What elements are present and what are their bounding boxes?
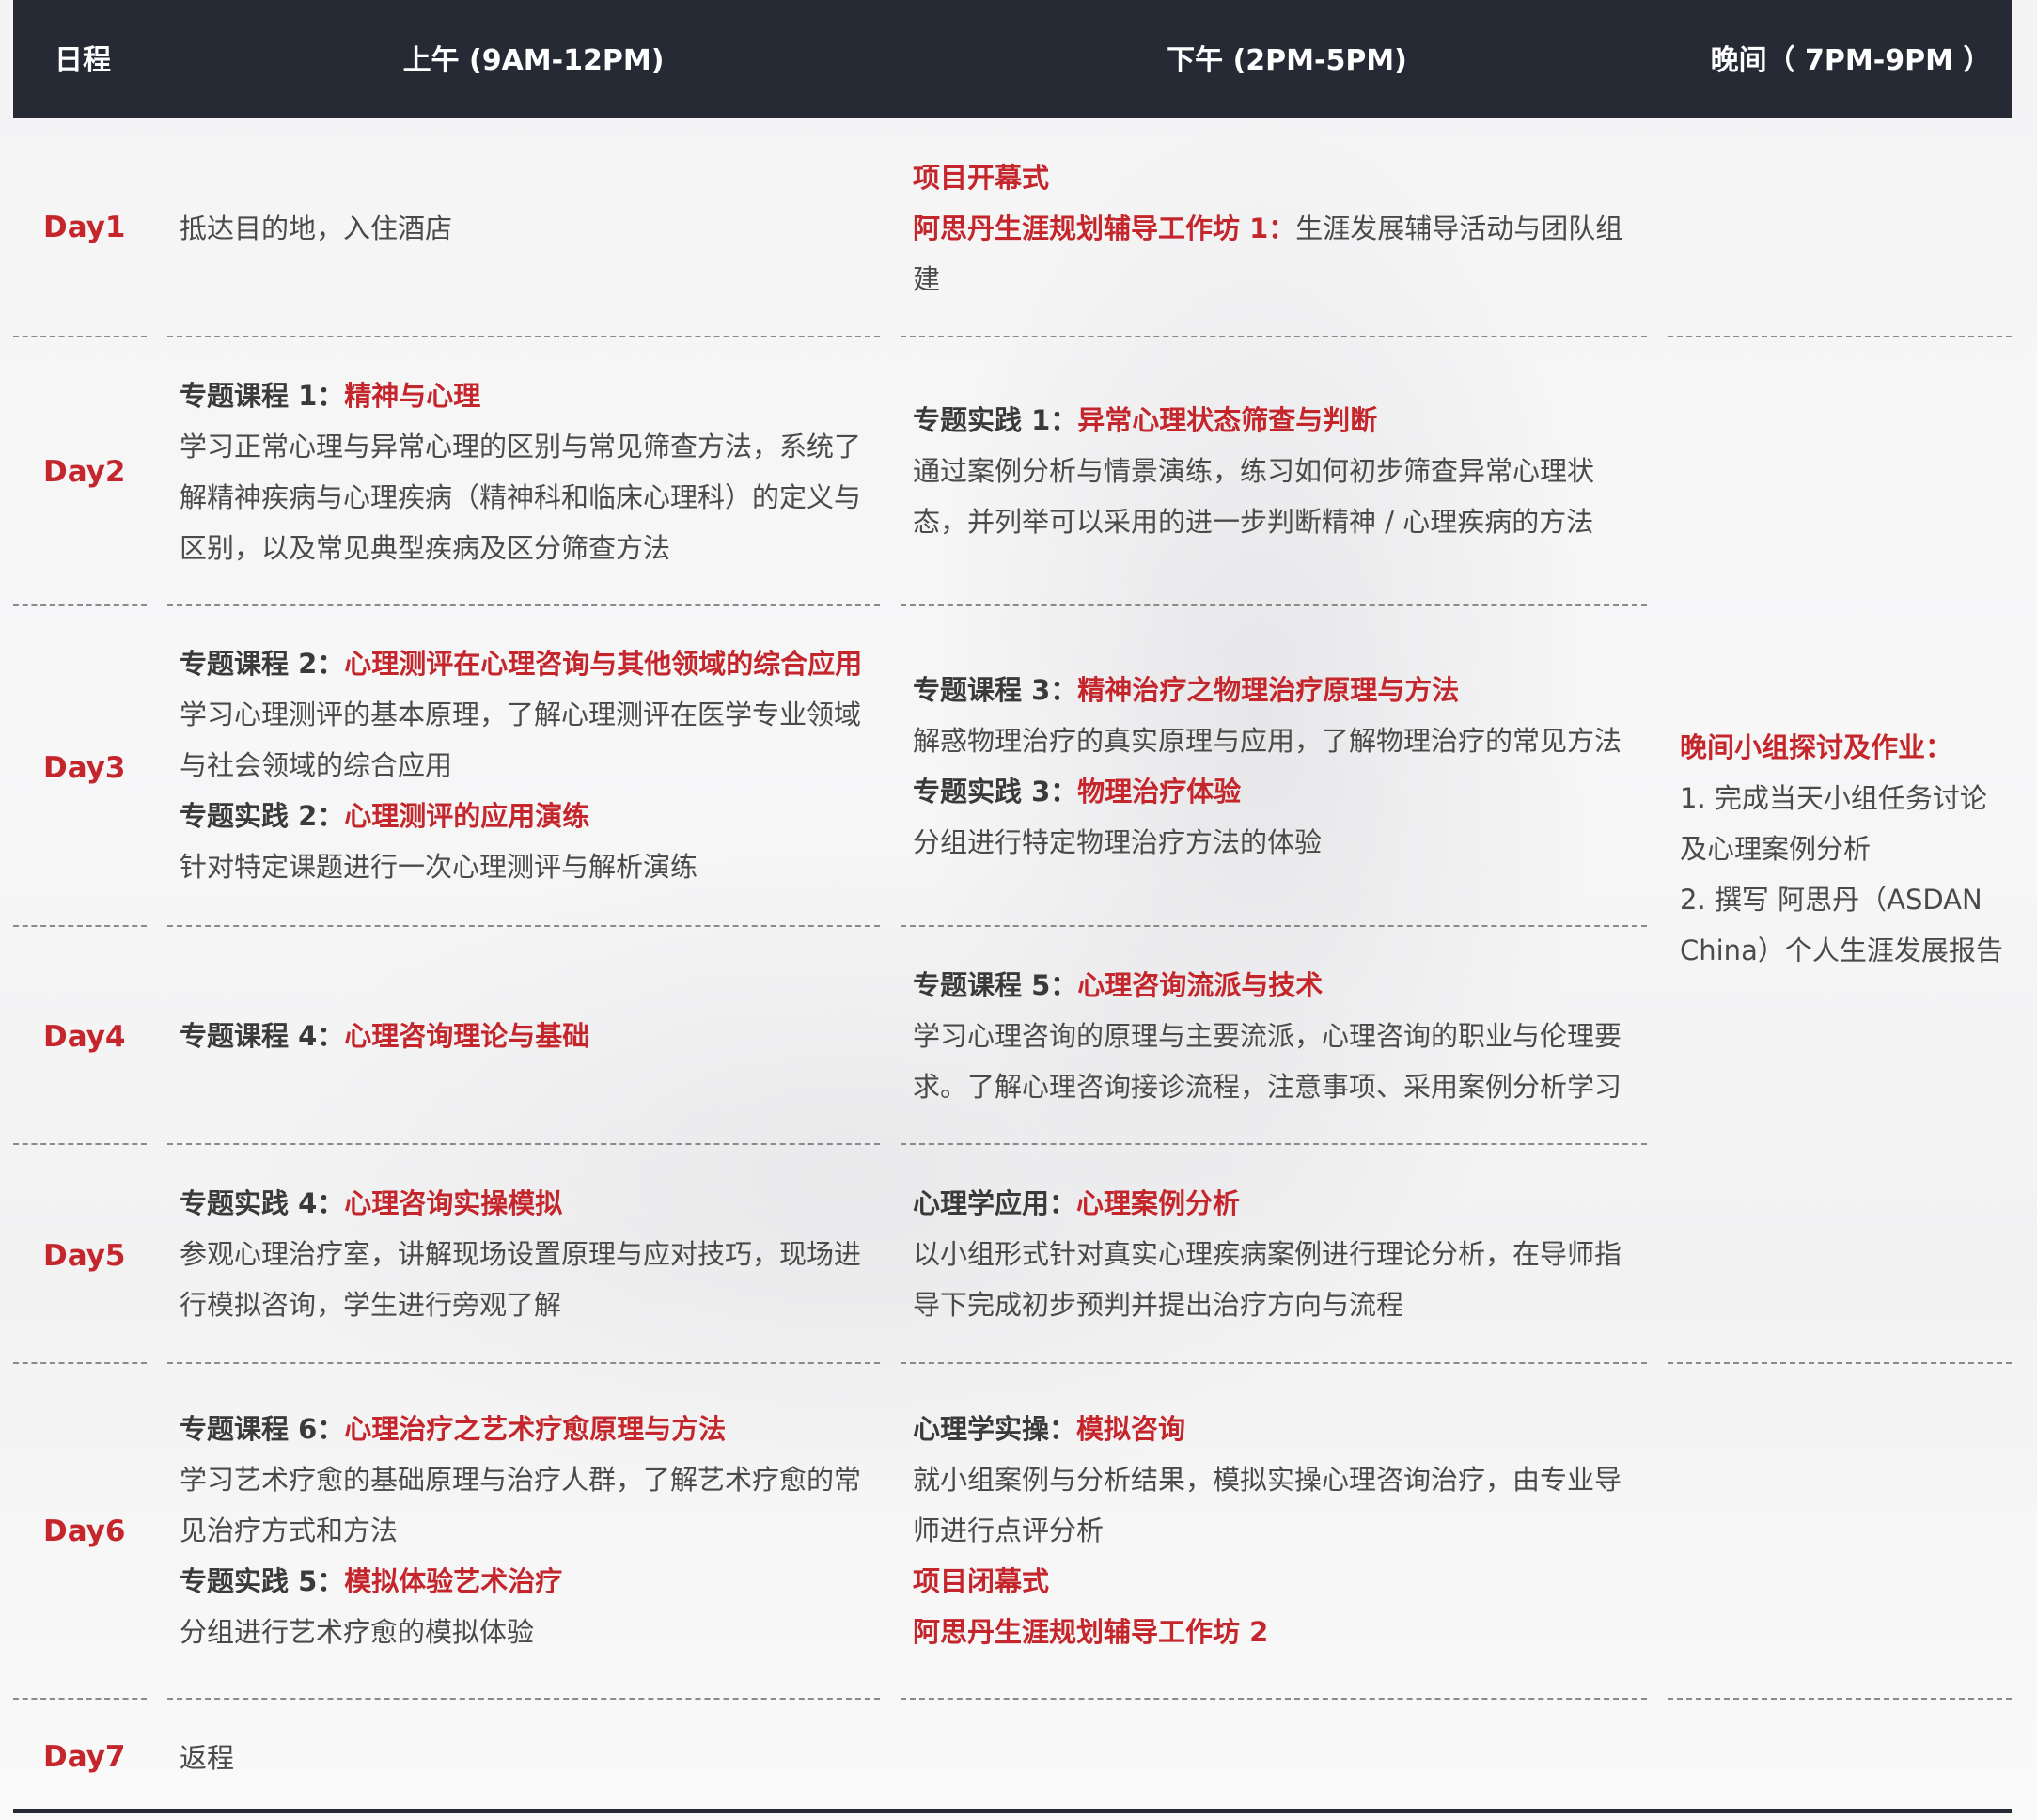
course-description: 学习心理测评的基本原理，了解心理测评在医学专业领域与社会领域的综合应用 [180,698,862,781]
day6-morning: 专题课程 6：心理治疗之艺术疗愈原理与方法 学习艺术疗愈的基础原理与治疗人群，了… [180,1404,875,1657]
day6-afternoon: 心理学实操：模拟咨询 就小组案例与分析结果，模拟实操心理咨询治疗，由专业导师进行… [913,1404,1646,1657]
course-title: 精神治疗之物理治疗原理与方法 [1077,674,1460,706]
day5-afternoon: 心理学应用：心理案例分析 以小组形式针对真实心理疾病案例进行理论分析，在导师指导… [913,1178,1646,1330]
course-description: 学习艺术疗愈的基础原理与治疗人群，了解艺术疗愈的常见治疗方式和方法 [180,1464,862,1546]
row-separator [901,925,1647,927]
day1-afternoon: 项目开幕式 阿思丹生涯规划辅导工作坊 1：生涯发展辅导活动与团队组建 [913,152,1646,305]
schedule-header: 日程 上午 (9AM-12PM) 下午 (2PM-5PM) 晚间（ 7PM-9P… [13,0,2012,118]
header-morning: 上午 (9AM-12PM) [402,44,665,77]
course-label: 专题课程 4： [180,1020,345,1052]
day-label: Day3 [43,751,126,785]
header-evening: 晚间（ 7PM-9PM ） [1710,44,1992,77]
row-separator [167,925,880,927]
course-description: 学习正常心理与异常心理的区别与常见筛查方法，系统了解精神疾病与心理疾病（精神科和… [180,431,862,564]
practice-label: 心理学实操： [913,1413,1077,1445]
row-separator [901,1698,1647,1700]
practice-title: 异常心理状态筛查与判断 [1077,404,1378,436]
practice-description: 针对特定课题进行一次心理测评与解析演练 [180,851,698,883]
row-separator [167,1698,880,1700]
row-separator [167,1362,880,1364]
practice-label: 专题实践 1： [913,404,1078,436]
application-label: 心理学应用： [913,1187,1077,1219]
day4-morning: 专题课程 4：心理咨询理论与基础 [180,1011,875,1061]
row-separator [1668,1362,2012,1364]
day7-morning: 返程 [180,1733,875,1783]
row-separator [167,336,880,337]
row-separator [1668,336,2012,337]
row-separator [13,1698,147,1700]
day1-morning: 抵达目的地，入住酒店 [180,203,875,254]
course-label: 专题课程 6： [180,1413,345,1445]
course-description: 解惑物理治疗的真实原理与应用，了解物理治疗的常见方法 [913,725,1622,757]
row-separator [901,1362,1647,1364]
application-description: 以小组形式针对真实心理疾病案例进行理论分析，在导师指导下完成初步预判并提出治疗方… [913,1238,1622,1321]
practice-title: 物理治疗体验 [1077,776,1242,808]
day4-afternoon: 专题课程 5：心理咨询流派与技术 学习心理咨询的原理与主要流派，心理咨询的职业与… [913,960,1646,1112]
day-label: Day7 [43,1740,126,1774]
row-separator [901,604,1647,606]
row-separator [13,925,147,927]
practice-description: 分组进行艺术疗愈的模拟体验 [180,1616,535,1648]
practice-description: 通过案例分析与情景演练，练习如何初步筛查异常心理状态，并列举可以采用的进一步判断… [913,455,1595,538]
course-title: 心理咨询理论与基础 [344,1020,590,1052]
closing-workshop-title: 阿思丹生涯规划辅导工作坊 2 [913,1616,1269,1648]
closing-ceremony-title: 项目闭幕式 [913,1565,1050,1597]
row-separator [901,336,1647,337]
course-label: 专题课程 5： [913,969,1078,1001]
practice-description: 分组进行特定物理治疗方法的体验 [913,826,1323,858]
row-separator [167,1143,880,1145]
day1-opening-title: 项目开幕式 [913,162,1050,194]
day-label: Day2 [43,455,126,489]
day-label: Day6 [43,1514,126,1548]
practice-title: 心理测评的应用演练 [344,800,590,832]
evening-title: 晚间小组探讨及作业： [1680,731,1953,763]
header-afternoon: 下午 (2PM-5PM) [1167,44,1407,77]
day-label: Day4 [43,1020,126,1054]
day-label: Day5 [43,1239,126,1273]
row-separator [901,1143,1647,1145]
day-label: Day1 [43,211,126,244]
row-separator [13,1143,147,1145]
row-separator [13,604,147,606]
practice-label: 专题实践 3： [913,776,1078,808]
day7-morning-text: 返程 [180,1742,235,1774]
practice-description: 就小组案例与分析结果，模拟实操心理咨询治疗，由专业导师进行点评分析 [913,1464,1622,1546]
course-label: 专题课程 2： [180,648,345,680]
practice-title: 模拟咨询 [1076,1413,1186,1445]
application-title: 心理案例分析 [1076,1187,1241,1219]
day5-morning: 专题实践 4：心理咨询实操模拟 参观心理治疗室，讲解现场设置原理与应对技巧，现场… [180,1178,875,1330]
course-label: 专题课程 3： [913,674,1078,706]
day1-workshop-title: 阿思丹生涯规划辅导工作坊 1： [913,212,1296,244]
course-title: 心理测评在心理咨询与其他领域的综合应用 [344,648,863,680]
day1-morning-text: 抵达目的地，入住酒店 [180,212,453,244]
evening-item: 2. 撰写 阿思丹（ASDAN China）个人生涯发展报告 [1680,884,2003,966]
practice-label: 专题实践 4： [180,1187,345,1219]
practice-label: 专题实践 2： [180,800,345,832]
day3-morning: 专题课程 2：心理测评在心理咨询与其他领域的综合应用 学习心理测评的基本原理，了… [180,638,875,892]
evening-item: 1. 完成当天小组任务讨论及心理案例分析 [1680,782,1987,865]
course-title: 心理咨询流派与技术 [1077,969,1324,1001]
row-separator [1668,1698,2012,1700]
day2-afternoon: 专题实践 1：异常心理状态筛查与判断 通过案例分析与情景演练，练习如何初步筛查异… [913,395,1646,547]
evening-activities: 晚间小组探讨及作业： 1. 完成当天小组任务讨论及心理案例分析 2. 撰写 阿思… [1680,722,2004,976]
course-label: 专题课程 1： [180,380,345,412]
row-separator [167,604,880,606]
day2-morning: 专题课程 1：精神与心理 学习正常心理与异常心理的区别与常见筛查方法，系统了解精… [180,370,875,573]
practice-title: 模拟体验艺术治疗 [344,1565,563,1597]
bottom-rule [13,1809,2012,1813]
course-title: 心理治疗之艺术疗愈原理与方法 [344,1413,727,1445]
practice-label: 专题实践 5： [180,1565,345,1597]
row-separator [13,336,147,337]
row-separator [13,1362,147,1364]
course-title: 精神与心理 [344,380,481,412]
practice-description: 参观心理治疗室，讲解现场设置原理与应对技巧，现场进行模拟咨询，学生进行旁观了解 [180,1238,862,1321]
course-description: 学习心理咨询的原理与主要流派，心理咨询的职业与伦理要求。了解心理咨询接诊流程，注… [913,1020,1622,1103]
practice-title: 心理咨询实操模拟 [344,1187,563,1219]
day3-afternoon: 专题课程 3：精神治疗之物理治疗原理与方法 解惑物理治疗的真实原理与应用，了解物… [913,665,1646,868]
